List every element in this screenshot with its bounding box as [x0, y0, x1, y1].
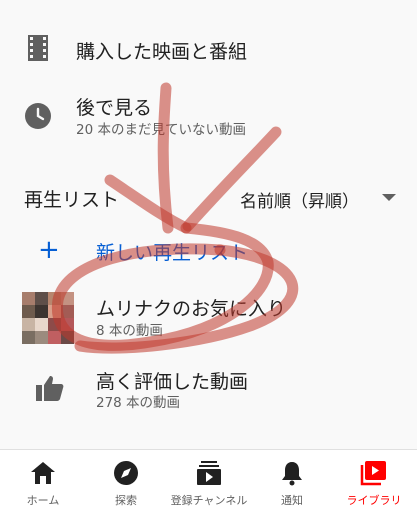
explore-icon	[112, 460, 140, 486]
nav-library[interactable]: ライブラリ	[333, 450, 415, 518]
clock-icon	[24, 102, 52, 130]
plus-icon[interactable]: +	[38, 236, 60, 264]
chevron-down-icon[interactable]	[382, 194, 396, 201]
nav-subscriptions-label: 登録チャンネル	[170, 494, 248, 507]
watch-later-subtitle: 20 本のまだ見ていない動画	[76, 122, 246, 138]
thumbs-up-icon	[36, 374, 64, 402]
film-icon	[24, 34, 52, 62]
nav-home[interactable]: ホーム	[2, 450, 84, 518]
nav-explore-label: 探索	[115, 494, 137, 507]
playlist-thumbnail	[22, 292, 74, 344]
playlist-title: ムリナクのお気に入り	[96, 298, 287, 320]
home-icon	[29, 460, 57, 486]
watch-later-title: 後で見る	[76, 97, 153, 119]
new-playlist-button[interactable]: 新しい再生リスト	[96, 238, 248, 265]
nav-home-label: ホーム	[26, 494, 60, 507]
liked-videos-item[interactable]: 高く評価した動画 278 本の動画	[0, 366, 417, 416]
liked-videos-title: 高く評価した動画	[96, 371, 249, 393]
nav-notifications-label: 通知	[281, 494, 303, 507]
bell-icon	[278, 460, 306, 486]
sort-dropdown[interactable]: 名前順（昇順）	[240, 187, 359, 212]
purchased-movies-row[interactable]: 購入した映画と番組	[0, 26, 417, 76]
playlist-item[interactable]: ムリナクのお気に入り 8 本の動画	[0, 288, 417, 348]
liked-videos-subtitle: 278 本の動画	[96, 395, 181, 411]
library-icon	[360, 460, 388, 486]
purchased-title: 購入した映画と番組	[76, 41, 248, 63]
watch-later-row[interactable]: 後で見る 20 本のまだ見ていない動画	[0, 90, 417, 142]
nav-library-label: ライブラリ	[346, 494, 402, 507]
nav-notifications[interactable]: 通知	[251, 450, 333, 518]
subscriptions-icon	[195, 460, 223, 486]
library-page: 購入した映画と番組 後で見る 20 本のまだ見ていない動画 再生リスト 名前順（…	[0, 0, 417, 518]
bottom-navigation: ホーム 探索 登録チャンネル 通知 ライブラリ	[0, 449, 417, 518]
nav-subscriptions[interactable]: 登録チャンネル	[168, 450, 250, 518]
playlist-subtitle: 8 本の動画	[96, 323, 163, 339]
nav-explore[interactable]: 探索	[85, 450, 167, 518]
playlists-header: 再生リスト	[24, 189, 120, 211]
